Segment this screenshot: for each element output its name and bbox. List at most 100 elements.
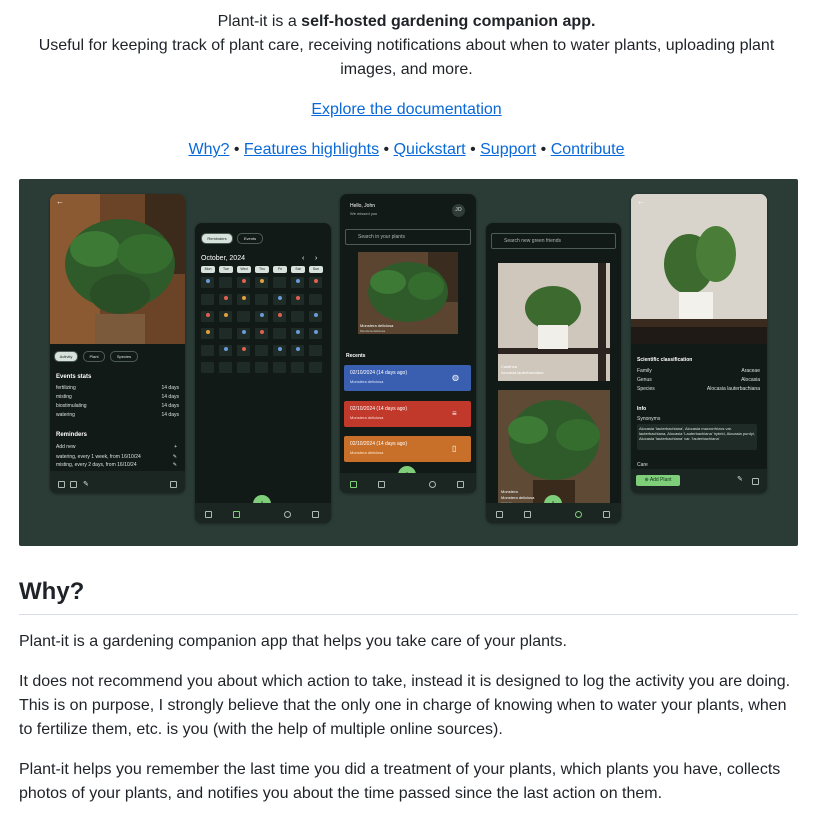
- home-search-bar[interactable]: Search in your plants: [345, 229, 471, 245]
- calendar-day[interactable]: [237, 311, 250, 322]
- calendar-day[interactable]: [237, 362, 250, 373]
- add-new-reminder[interactable]: Add new +: [56, 444, 179, 450]
- bottom-nav: [195, 503, 331, 523]
- calendar-day[interactable]: [273, 328, 286, 339]
- link-quickstart[interactable]: Quickstart: [394, 141, 466, 158]
- weekday-label: Wed: [237, 266, 251, 273]
- care-label: Care: [637, 462, 648, 468]
- calendar-day[interactable]: [255, 277, 268, 288]
- back-icon[interactable]: ←: [637, 198, 645, 206]
- calendar-day[interactable]: [309, 277, 322, 288]
- menu-icon[interactable]: [312, 511, 319, 518]
- event-dot-icon: [314, 313, 318, 317]
- calendar-day[interactable]: [255, 362, 268, 373]
- calendar-day[interactable]: [309, 311, 322, 322]
- calendar-day[interactable]: [291, 345, 304, 356]
- calendar-icon[interactable]: [233, 511, 240, 518]
- species-search-bar[interactable]: Search new green friends: [491, 233, 616, 249]
- link-contribute[interactable]: Contribute: [551, 141, 625, 158]
- delete-icon[interactable]: [752, 478, 759, 485]
- add-plant-button[interactable]: ⊕ Add Plant: [636, 475, 680, 486]
- reminder-row[interactable]: watering, every 1 week, from 16/10/24 ✎: [56, 454, 179, 460]
- alocasia-photo-graphic: [631, 194, 767, 344]
- link-features[interactable]: Features highlights: [244, 141, 379, 158]
- calendar-day[interactable]: [219, 277, 232, 288]
- calendar-day[interactable]: [219, 311, 232, 322]
- calendar-day[interactable]: [201, 294, 214, 305]
- calendar-day[interactable]: [219, 362, 232, 373]
- tab-plant[interactable]: Plant: [83, 351, 105, 362]
- calendar-day[interactable]: [291, 277, 304, 288]
- menu-icon[interactable]: [457, 481, 464, 488]
- documentation-link[interactable]: Explore the documentation: [311, 101, 501, 118]
- tab-reminders[interactable]: Reminders: [201, 233, 233, 244]
- delete-icon[interactable]: [170, 481, 177, 488]
- calendar-day[interactable]: [237, 294, 250, 305]
- calendar-day[interactable]: [291, 362, 304, 373]
- calendar-day[interactable]: [219, 345, 232, 356]
- calendar-day[interactable]: [201, 362, 214, 373]
- calendar-day[interactable]: [255, 345, 268, 356]
- tab-activity[interactable]: Activity: [54, 351, 78, 362]
- calendar-day[interactable]: [309, 294, 322, 305]
- monstera-photo-graphic: [50, 194, 185, 344]
- edit-icon[interactable]: ✎: [173, 454, 177, 460]
- calendar-icon[interactable]: [524, 511, 531, 518]
- calendar-day[interactable]: [255, 328, 268, 339]
- calendar-day[interactable]: [219, 294, 232, 305]
- calendar-day[interactable]: [273, 345, 286, 356]
- link-why[interactable]: Why?: [188, 141, 229, 158]
- calendar-day[interactable]: [201, 345, 214, 356]
- calendar-day[interactable]: [309, 362, 322, 373]
- calendar-day[interactable]: [309, 328, 322, 339]
- calendar-icon[interactable]: [378, 481, 385, 488]
- search-icon[interactable]: [284, 511, 291, 518]
- calendar-day[interactable]: [291, 311, 304, 322]
- calendar-day[interactable]: [291, 294, 304, 305]
- event-dot-icon: [278, 347, 282, 351]
- search-icon[interactable]: [429, 481, 436, 488]
- event-row: fertilizing 14 days: [56, 385, 179, 391]
- calendar-day[interactable]: [201, 277, 214, 288]
- avatar[interactable]: JO: [452, 204, 465, 217]
- gallery-icon[interactable]: [58, 481, 65, 488]
- calendar-day[interactable]: [201, 311, 214, 322]
- calendar-day[interactable]: [219, 328, 232, 339]
- calendar-day[interactable]: [273, 362, 286, 373]
- calendar-day[interactable]: [291, 328, 304, 339]
- calendar-day[interactable]: [237, 345, 250, 356]
- next-month-icon[interactable]: ›: [315, 255, 317, 262]
- calendar-day[interactable]: [237, 328, 250, 339]
- back-icon[interactable]: ←: [56, 198, 64, 206]
- home-icon[interactable]: [350, 481, 357, 488]
- tab-events[interactable]: Events: [237, 233, 263, 244]
- event-card-fertilizing[interactable]: 02/10/2024 (14 days ago) Monstera delici…: [344, 401, 471, 427]
- search-icon[interactable]: [575, 511, 582, 518]
- calendar-icon[interactable]: [70, 481, 77, 488]
- calendar-day[interactable]: [255, 294, 268, 305]
- why-heading: Why?: [19, 578, 85, 605]
- calendar-day[interactable]: [201, 328, 214, 339]
- menu-icon[interactable]: [603, 511, 610, 518]
- tab-species[interactable]: Species: [110, 351, 138, 362]
- calendar-day[interactable]: [273, 277, 286, 288]
- home-icon[interactable]: [496, 511, 503, 518]
- weekday-label: Thu: [255, 266, 269, 273]
- prev-month-icon[interactable]: ‹: [302, 255, 304, 262]
- calendar-day[interactable]: [255, 311, 268, 322]
- reminder-row[interactable]: misting, every 2 days, from 16/10/24 ✎: [56, 462, 179, 468]
- calendar-day[interactable]: [273, 311, 286, 322]
- plus-icon[interactable]: +: [174, 444, 177, 450]
- edit-icon[interactable]: ✎: [173, 462, 177, 468]
- event-card-misting[interactable]: 02/10/2024 (14 days ago) Monstera delici…: [344, 436, 471, 462]
- edit-icon[interactable]: ✎: [737, 476, 743, 483]
- calendar-day[interactable]: [273, 294, 286, 305]
- bottom-nav: [486, 503, 621, 523]
- calendar-day[interactable]: [237, 277, 250, 288]
- event-card-watering[interactable]: 02/10/2024 (14 days ago) Monstera delici…: [344, 365, 471, 391]
- link-support[interactable]: Support: [480, 141, 536, 158]
- calendar-day[interactable]: [309, 345, 322, 356]
- separator: •: [470, 141, 476, 158]
- home-icon[interactable]: [205, 511, 212, 518]
- edit-icon[interactable]: ✎: [83, 481, 89, 488]
